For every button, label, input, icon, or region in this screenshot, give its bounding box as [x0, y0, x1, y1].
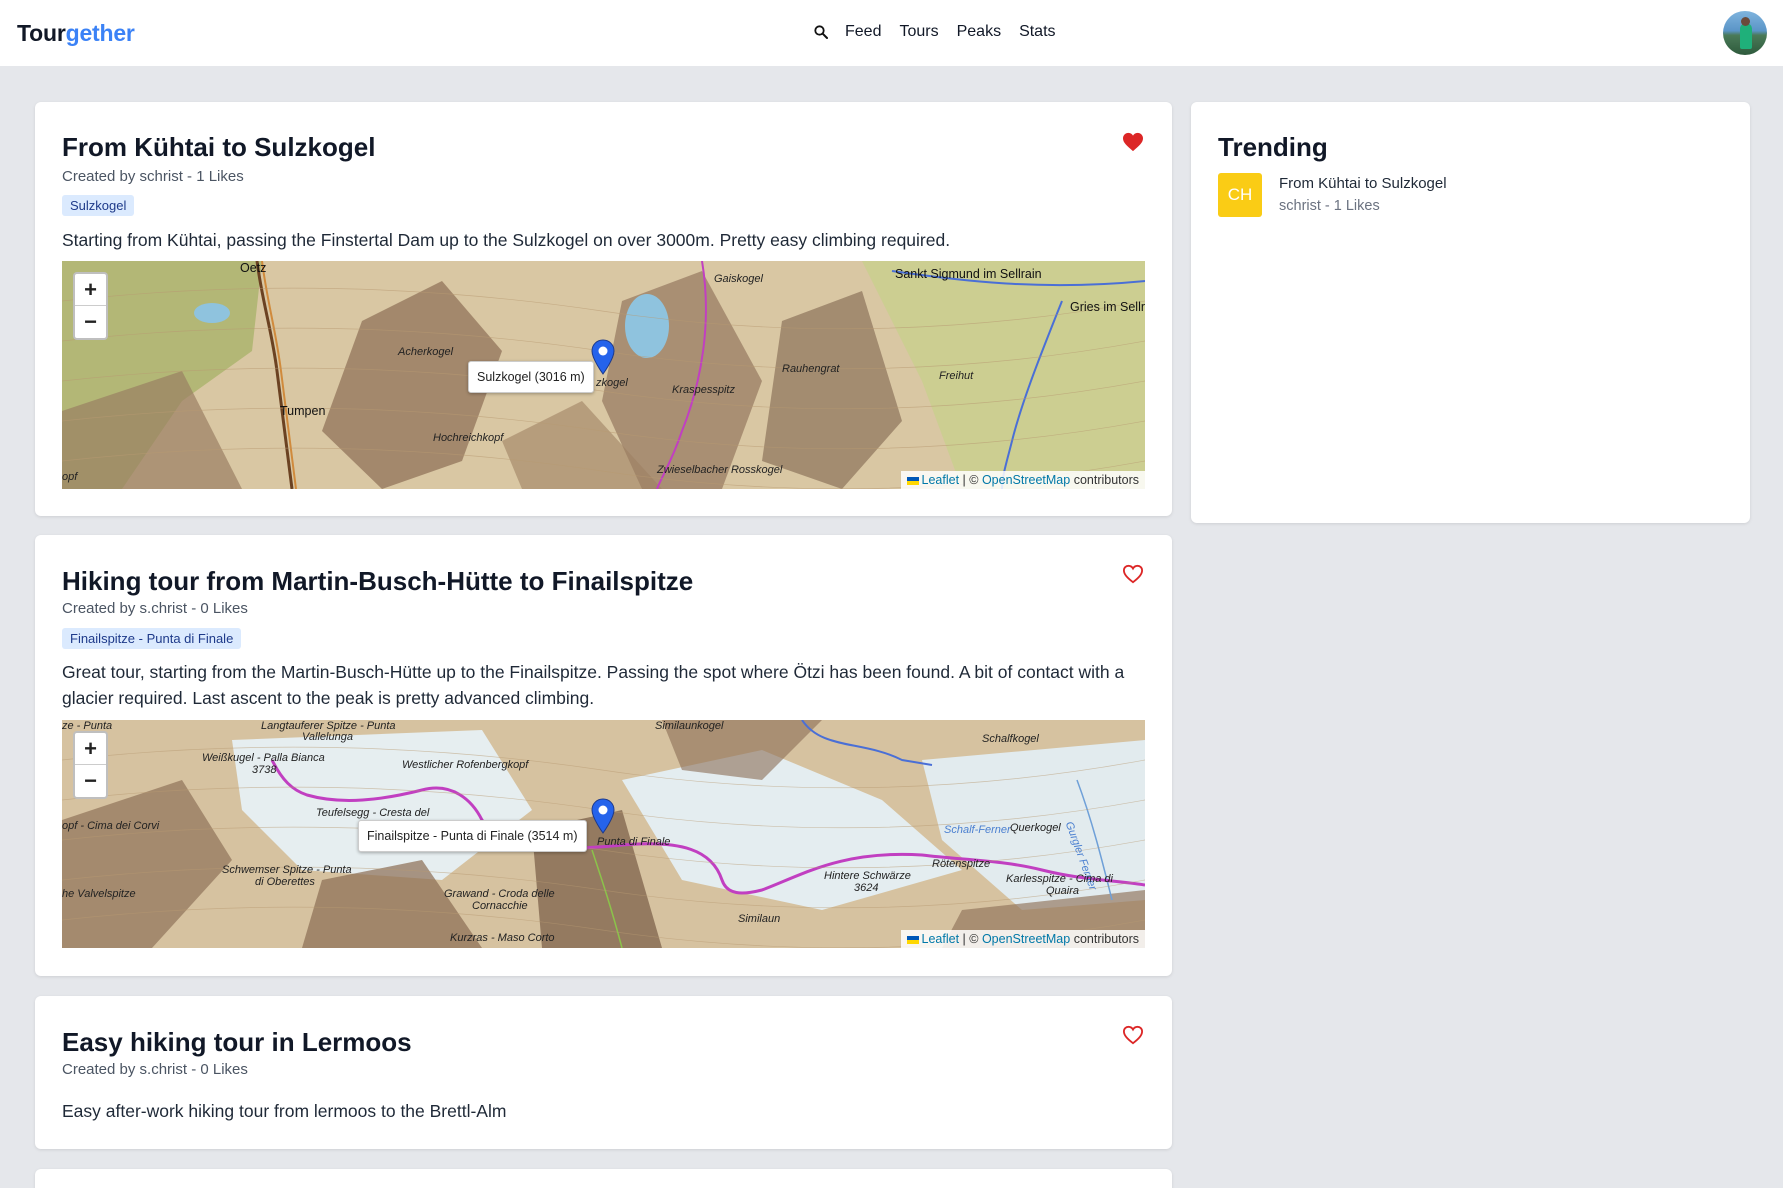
- peak-tooltip: Finailspitze - Punta di Finale (3514 m): [358, 820, 587, 852]
- map-place-label: Freihut: [939, 370, 974, 382]
- osm-link[interactable]: OpenStreetMap: [982, 473, 1070, 487]
- attribution-separator: | ©: [962, 932, 979, 946]
- map-place-label: Rötenspitze: [932, 858, 991, 870]
- map-place-label: Acherkogel: [398, 346, 454, 358]
- map-place-label: Vallelunga: [302, 731, 353, 743]
- map-place-label: Quaira: [1046, 885, 1080, 897]
- tour-card: [35, 1169, 1172, 1188]
- trending-item-meta: schrist - 1 Likes: [1279, 198, 1380, 214]
- top-navbar: Tourgether Feed Tours Peaks Stats: [0, 0, 1783, 66]
- map-place-label: Sankt Sigmund im Sellrain: [895, 267, 1042, 281]
- map-place-label: Hochreichkopf: [433, 432, 504, 444]
- avatar-head: [1741, 17, 1750, 26]
- map-place-label: Similaunkogel: [655, 720, 724, 732]
- tour-card: From Kühtai to Sulzkogel Created by schr…: [35, 102, 1172, 516]
- map-place-label: di Oberettes: [255, 876, 315, 888]
- nav-stats[interactable]: Stats: [1019, 23, 1055, 41]
- peak-tooltip: Sulzkogel (3016 m): [468, 361, 594, 393]
- attribution-suffix: contributors: [1073, 932, 1139, 946]
- map-place-label: Grawand - Croda delle: [444, 888, 555, 900]
- map-attribution: Leaflet | © OpenStreetMap contributors: [900, 471, 1145, 489]
- trending-item-title[interactable]: From Kühtai to Sulzkogel: [1279, 175, 1447, 192]
- map-place-label: 3738: [252, 764, 277, 776]
- map-place-label: opf - Cima dei Corvi: [62, 820, 160, 832]
- map-place-label: Kurzras - Maso Corto: [450, 932, 555, 944]
- map-place-label: Schwemser Spitze - Punta: [222, 864, 352, 876]
- zoom-out-button[interactable]: −: [75, 306, 106, 338]
- map-zoom-control: + −: [73, 731, 108, 799]
- logo-text-part1: Tour: [17, 20, 66, 46]
- map-zoom-control: + −: [73, 272, 108, 340]
- map-place-label: 3624: [854, 882, 879, 894]
- map-place-label: opf: [62, 471, 78, 483]
- tour-card: Hiking tour from Martin-Busch-Hütte to F…: [35, 535, 1172, 976]
- app-logo[interactable]: Tourgether: [17, 20, 135, 47]
- like-heart-outline-icon[interactable]: [1122, 1025, 1144, 1045]
- main-nav: Feed Tours Peaks Stats: [811, 22, 1074, 42]
- leaflet-link[interactable]: Leaflet: [922, 932, 960, 946]
- map-place-label: Hintere Schwärze: [824, 870, 911, 882]
- map-pin-icon[interactable]: [590, 798, 616, 834]
- peak-tag[interactable]: Finailspitze - Punta di Finale: [62, 628, 242, 649]
- like-heart-filled-icon[interactable]: [1122, 132, 1144, 152]
- tour-meta: Created by s.christ - 0 Likes: [62, 1061, 248, 1078]
- osm-link[interactable]: OpenStreetMap: [982, 932, 1070, 946]
- tour-map[interactable]: Oetz Sankt Sigmund im Sellrain Gries im …: [62, 261, 1145, 489]
- tour-title[interactable]: Easy hiking tour in Lermoos: [62, 1027, 412, 1058]
- tour-description: Starting from Kühtai, passing the Finste…: [62, 230, 951, 250]
- ukraine-flag-icon: [906, 476, 919, 485]
- map-place-label: Querkogel: [1010, 822, 1061, 834]
- logo-text-part2: gether: [65, 20, 135, 46]
- trending-title: Trending: [1218, 132, 1328, 162]
- peak-tag[interactable]: Sulzkogel: [62, 195, 135, 216]
- tour-title[interactable]: From Kühtai to Sulzkogel: [62, 132, 375, 163]
- tour-card: Easy hiking tour in Lermoos Created by s…: [35, 996, 1172, 1149]
- map-place-label: Punta di Finale: [597, 836, 671, 848]
- user-avatar[interactable]: [1723, 11, 1767, 55]
- map-place-label: Cornacchie: [472, 900, 528, 912]
- nav-feed[interactable]: Feed: [845, 23, 881, 41]
- map-place-label: Gaiskogel: [714, 273, 763, 285]
- zoom-in-button[interactable]: +: [75, 274, 106, 306]
- map-place-label: Kraspesspitz: [672, 384, 735, 396]
- leaflet-link[interactable]: Leaflet: [922, 473, 960, 487]
- attribution-separator: | ©: [962, 473, 979, 487]
- attribution-suffix: contributors: [1073, 473, 1139, 487]
- map-pin-icon[interactable]: [590, 339, 616, 375]
- map-place-label: Weißkugel - Palla Bianca: [202, 752, 325, 764]
- map-place-label: Westlicher Rofenbergkopf: [402, 759, 529, 771]
- avatar-figure: [1740, 23, 1752, 49]
- nav-peaks[interactable]: Peaks: [957, 23, 1001, 41]
- trending-item-badge: CH: [1218, 173, 1262, 217]
- map-place-label: Rauhengrat: [782, 363, 840, 375]
- trending-panel: Trending CH From Kühtai to Sulzkogel sch…: [1191, 102, 1750, 523]
- map-place-label: Gries im Sellr: [1070, 300, 1145, 314]
- map-place-label: Zwieselbacher Rosskogel: [657, 464, 783, 476]
- map-place-label: Oetz: [240, 261, 267, 275]
- tour-description: Great tour, starting from the Martin-Bus…: [62, 662, 1125, 708]
- map-attribution: Leaflet | © OpenStreetMap contributors: [900, 930, 1145, 948]
- tour-meta: Created by schrist - 1 Likes: [62, 168, 244, 185]
- map-place-label: zkogel: [596, 377, 628, 389]
- tour-meta: Created by s.christ - 0 Likes: [62, 600, 248, 617]
- zoom-in-button[interactable]: +: [75, 733, 106, 765]
- map-place-label: Teufelsegg - Cresta del: [316, 807, 430, 819]
- map-place-label: Schalf-Ferner: [944, 824, 1011, 836]
- tour-map[interactable]: ze - Punta Langtauferer Spitze - Punta V…: [62, 720, 1145, 948]
- map-place-label: Tumpen: [280, 404, 326, 418]
- tour-description: Easy after-work hiking tour from lermoos…: [62, 1101, 507, 1121]
- map-place-label: he Valvelspitze: [62, 888, 136, 900]
- zoom-out-button[interactable]: −: [75, 765, 106, 797]
- ukraine-flag-icon: [906, 935, 919, 944]
- map-place-label: Karlesspitze - Cima di: [1006, 873, 1113, 885]
- nav-tours[interactable]: Tours: [899, 23, 938, 41]
- map-place-label: Similaun: [738, 913, 781, 925]
- search-icon[interactable]: [811, 22, 831, 42]
- like-heart-outline-icon[interactable]: [1122, 564, 1144, 584]
- map-place-label: Schalfkogel: [982, 733, 1039, 745]
- tour-title[interactable]: Hiking tour from Martin-Busch-Hütte to F…: [62, 566, 693, 597]
